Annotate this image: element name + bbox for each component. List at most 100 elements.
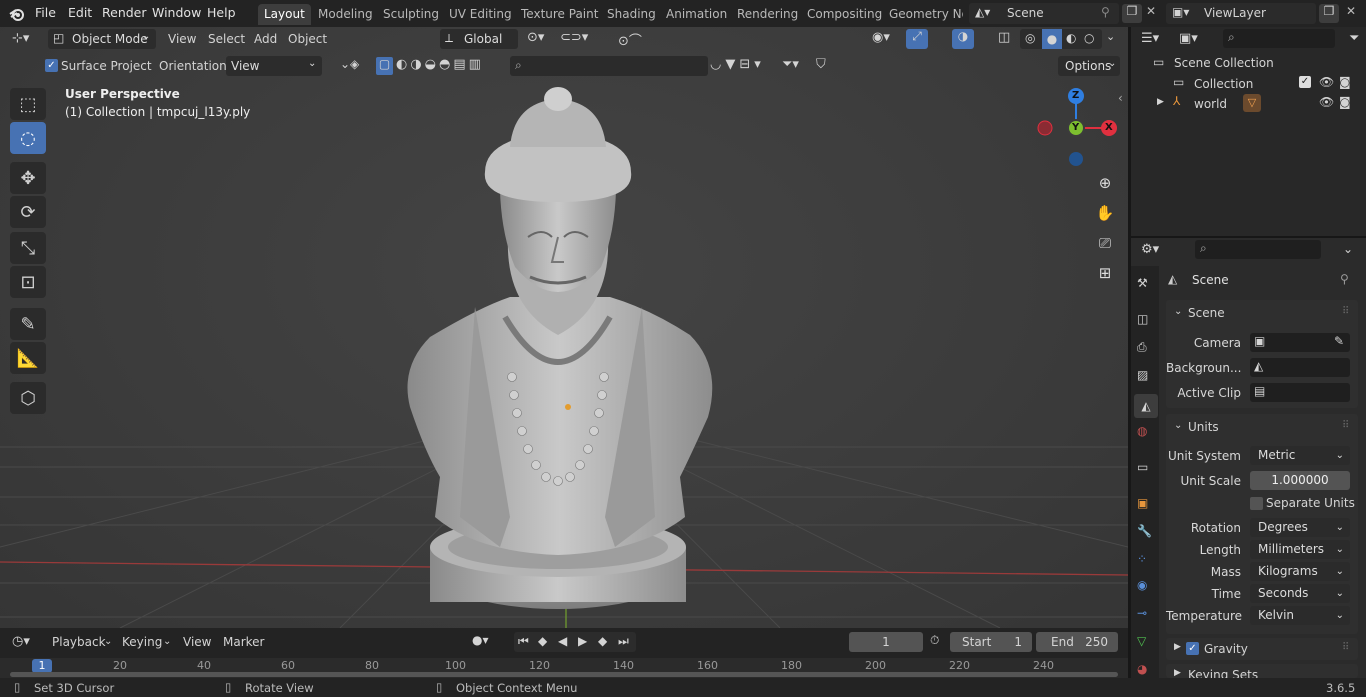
start-frame-field[interactable]: Start 1 — [950, 632, 1032, 652]
modifier-icon[interactable]: ▽ — [1243, 94, 1261, 112]
next-keyframe-icon[interactable]: ◆ — [598, 634, 607, 648]
menu-playback[interactable]: Playback — [52, 635, 106, 649]
panel-collapse-icon[interactable]: ⌄ — [1174, 420, 1182, 431]
3d-viewport[interactable]: User Perspective (1) Collection | tmpcuj… — [0, 27, 1128, 628]
drag-handle-icon[interactable]: ⠿ — [1342, 306, 1349, 317]
display-mode-icon[interactable]: ▣▾ — [1179, 31, 1198, 46]
funnel-filter-icon[interactable]: ⏷▾ — [782, 57, 799, 72]
rotation-dropdown[interactable]: Degrees ⌄ — [1250, 518, 1350, 537]
modifier-tab-icon[interactable]: 🔧 — [1137, 524, 1152, 538]
viewport-search-input[interactable]: ⌕ — [510, 56, 708, 76]
rendered-shading-icon[interactable]: ○ — [1084, 31, 1094, 45]
bust-model[interactable] — [390, 77, 730, 622]
data-tab-icon[interactable]: ▽ — [1137, 634, 1146, 648]
zoom-icon[interactable]: ⊕ — [1092, 170, 1118, 196]
scene-collection-label[interactable]: Scene Collection — [1174, 56, 1274, 70]
jump-start-icon[interactable]: ⏮ — [518, 634, 529, 649]
menu-add[interactable]: Add — [254, 32, 277, 46]
solid-shading-icon[interactable]: ● — [1042, 29, 1062, 49]
menu-render[interactable]: Render — [102, 5, 147, 20]
blender-logo-icon[interactable] — [8, 5, 26, 23]
eye-icon[interactable]: 👁 — [1319, 75, 1334, 89]
surface-project-checkbox[interactable]: ✓ — [45, 59, 58, 72]
panel-collapse-icon[interactable]: ⌄ — [1174, 306, 1182, 317]
pin-icon[interactable]: ⚲ — [1340, 272, 1349, 286]
shading-options-icon[interactable]: ⌄ — [1106, 30, 1115, 43]
ortho-grid-icon[interactable]: ⊞ — [1092, 260, 1118, 286]
end-frame-field[interactable]: End 250 — [1036, 632, 1118, 652]
timeline-scrollbar[interactable] — [10, 672, 1118, 677]
frame-ruler[interactable]: 1 20 40 60 80 100 120 140 160 180 200 22… — [0, 658, 1128, 678]
tab-layout[interactable]: Layout — [258, 4, 311, 25]
panel-expand-icon[interactable]: ▶ — [1174, 642, 1181, 652]
tab-modeling[interactable]: Modeling — [312, 4, 379, 25]
object-mode-dropdown[interactable]: ◰ Object Mode ⌄ — [48, 29, 156, 49]
keying-sets-label[interactable]: Keying Sets — [1188, 668, 1258, 678]
filter-icons[interactable]: ◡▼⊟▾ — [710, 57, 765, 72]
collection-label[interactable]: Collection — [1194, 77, 1253, 91]
properties-editor-icon[interactable]: ⚙▾ — [1141, 242, 1159, 257]
transform-orientation-dropdown[interactable]: ⟂ Global — [440, 29, 518, 49]
snap-icon[interactable]: ⊂⊃▾ — [560, 30, 588, 45]
separate-units-checkbox[interactable] — [1250, 497, 1263, 510]
object-tab-icon[interactable]: ▣ — [1137, 496, 1148, 510]
filter-icon[interactable]: ⏷ — [1349, 31, 1359, 46]
menu-edit[interactable]: Edit — [68, 5, 92, 20]
material-tab-icon[interactable]: ◕ — [1137, 662, 1147, 676]
pivot-icon[interactable]: ⊙▾ — [527, 30, 544, 45]
outliner-editor-icon[interactable]: ☰▾ — [1141, 31, 1159, 46]
temperature-dropdown[interactable]: Kelvin ⌄ — [1250, 606, 1350, 625]
delete-viewlayer-icon[interactable]: ✕ — [1346, 4, 1356, 18]
select-box-tool[interactable]: ⬚ — [10, 88, 46, 120]
prev-keyframe-icon[interactable]: ◆ — [538, 634, 547, 648]
gravity-label[interactable]: Gravity — [1204, 642, 1248, 656]
collection-color-icon[interactable]: ⌄◈ — [340, 57, 359, 71]
units-panel-title[interactable]: Units — [1188, 420, 1219, 434]
rotate-tool[interactable]: ⟳ — [10, 196, 46, 228]
collection-exclude-checkbox[interactable]: ✓ — [1299, 76, 1311, 88]
menu-object[interactable]: Object — [288, 32, 327, 46]
snap-element-icons[interactable]: ◐◑◒◓▤▥ — [396, 57, 484, 72]
tab-uv-editing[interactable]: UV Editing — [443, 4, 518, 25]
pin-icon[interactable]: ⚲ — [1101, 5, 1110, 19]
chevron-down-icon[interactable]: ⌄ — [1343, 242, 1353, 256]
gizmo-toggle-icon[interactable]: ⤢ — [906, 29, 928, 49]
unit-system-dropdown[interactable]: Metric ⌄ — [1250, 446, 1350, 465]
scene-panel-title[interactable]: Scene — [1188, 306, 1225, 320]
eye-icon[interactable]: 👁 — [1319, 95, 1334, 109]
shield-icon[interactable]: ⛉ — [816, 57, 826, 72]
tab-geometry-nodes[interactable]: Geometry Noc — [883, 4, 963, 25]
select-box-mode-icon[interactable]: ▢ — [376, 57, 393, 75]
material-shading-icon[interactable]: ◐ — [1066, 31, 1076, 45]
time-dropdown[interactable]: Seconds ⌄ — [1250, 584, 1350, 603]
timeline-editor-icon[interactable]: ◷▾ — [12, 634, 30, 649]
proportional-edit-icon[interactable]: ⊙⌒ — [618, 30, 642, 49]
collection-tab-icon[interactable]: ▭ — [1137, 460, 1148, 474]
camera-render-icon[interactable]: ◙ — [1339, 75, 1351, 89]
tab-rendering[interactable]: Rendering — [731, 4, 804, 25]
current-frame-field[interactable]: 1 — [849, 632, 923, 652]
annotate-tool[interactable]: ✎ — [10, 308, 46, 340]
pan-hand-icon[interactable]: ✋ — [1092, 200, 1118, 226]
preview-range-icon[interactable]: ⏱ — [930, 633, 939, 648]
record-icon[interactable]: ●▾ — [472, 633, 489, 647]
orientation-view-dropdown[interactable]: View ⌄ — [226, 56, 322, 76]
drag-handle-icon[interactable]: ⠿ — [1342, 642, 1349, 653]
menu-view[interactable]: View — [168, 32, 196, 46]
constraints-tab-icon[interactable]: ⊸ — [1137, 606, 1147, 620]
tab-sculpting[interactable]: Sculpting — [377, 4, 445, 25]
scene-tab-icon[interactable]: ◭ — [1134, 394, 1158, 418]
tab-texture-paint[interactable]: Texture Paint — [515, 4, 604, 25]
tab-shading[interactable]: Shading — [601, 4, 662, 25]
menu-window[interactable]: Window — [152, 5, 201, 20]
menu-file[interactable]: File — [35, 5, 56, 20]
view-layer-tab-icon[interactable]: ▨ — [1137, 368, 1148, 382]
particles-tab-icon[interactable]: ⁘ — [1137, 552, 1147, 566]
eyedropper-icon[interactable]: ✎ — [1334, 334, 1344, 348]
new-viewlayer-icon[interactable]: ❐ — [1319, 4, 1339, 23]
scale-tool[interactable]: ⤡ — [10, 232, 46, 264]
outliner-search-input[interactable]: ⌕ — [1223, 29, 1335, 48]
camera-field[interactable]: ▣ ✎ — [1250, 333, 1350, 352]
scene-selector[interactable]: ◭▾ Scene ⚲ — [969, 3, 1119, 24]
output-tab-icon[interactable]: ⎙ — [1137, 340, 1147, 355]
